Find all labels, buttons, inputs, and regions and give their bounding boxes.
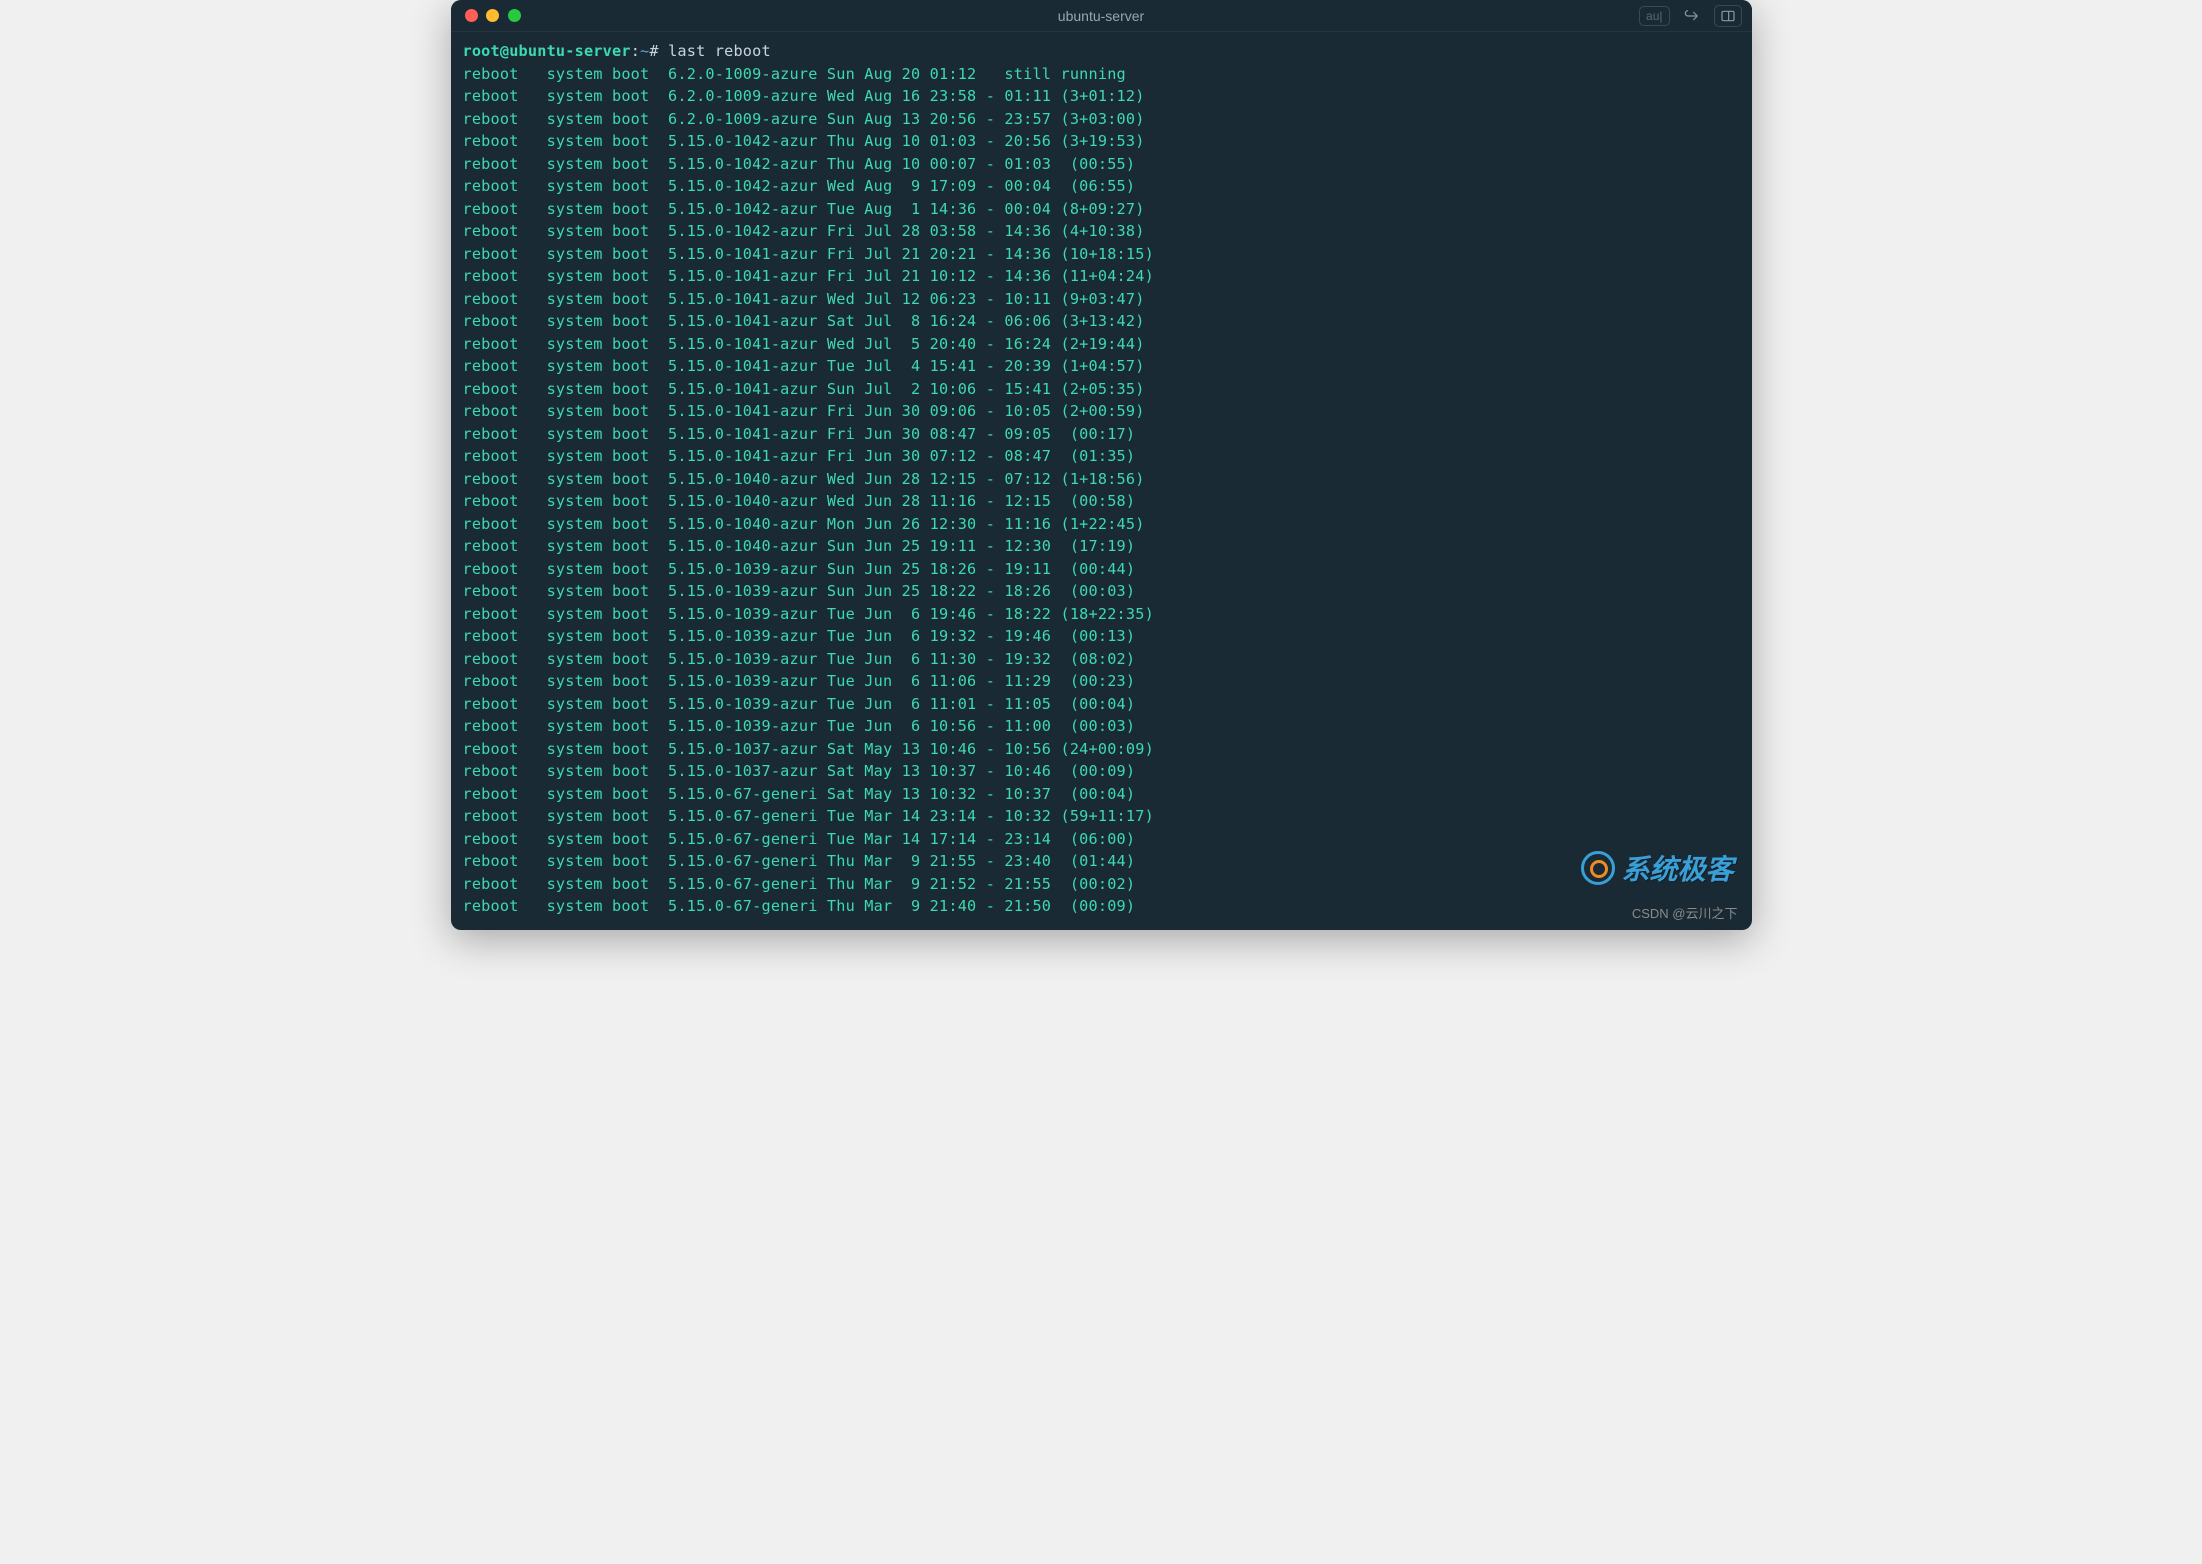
- reboot-entry: reboot system boot 5.15.0-1041-azur Fri …: [463, 245, 1154, 263]
- reboot-entry: reboot system boot 5.15.0-1039-azur Tue …: [463, 627, 1136, 645]
- reboot-entry: reboot system boot 6.2.0-1009-azure Wed …: [463, 87, 1145, 105]
- window-title: ubuntu-server: [1058, 8, 1144, 24]
- close-button[interactable]: [465, 9, 478, 22]
- fullscreen-button[interactable]: [508, 9, 521, 22]
- reboot-entry: reboot system boot 5.15.0-1042-azur Tue …: [463, 200, 1145, 218]
- reboot-entry: reboot system boot 5.15.0-67-generi Sat …: [463, 785, 1136, 803]
- reboot-entry: reboot system boot 5.15.0-1041-azur Fri …: [463, 402, 1145, 420]
- reboot-entry: reboot system boot 5.15.0-1040-azur Mon …: [463, 515, 1145, 533]
- reboot-entry: reboot system boot 5.15.0-1040-azur Wed …: [463, 470, 1145, 488]
- reboot-entry: reboot system boot 5.15.0-1037-azur Sat …: [463, 762, 1136, 780]
- reboot-entry: reboot system boot 5.15.0-1037-azur Sat …: [463, 740, 1154, 758]
- reboot-entry: reboot system boot 5.15.0-1039-azur Tue …: [463, 717, 1136, 735]
- reboot-entry: reboot system boot 5.15.0-1041-azur Fri …: [463, 267, 1154, 285]
- reboot-entry: reboot system boot 5.15.0-1042-azur Fri …: [463, 222, 1145, 240]
- prompt-path: ~: [640, 42, 649, 60]
- reboot-entry: reboot system boot 5.15.0-67-generi Thu …: [463, 852, 1136, 870]
- reboot-entry: reboot system boot 5.15.0-1039-azur Sun …: [463, 582, 1136, 600]
- reboot-entry: reboot system boot 5.15.0-1042-azur Wed …: [463, 177, 1136, 195]
- reboot-entry: reboot system boot 6.2.0-1009-azure Sun …: [463, 65, 1126, 83]
- reboot-entry: reboot system boot 5.15.0-1042-azur Thu …: [463, 155, 1136, 173]
- share-icon[interactable]: [1678, 5, 1706, 27]
- reboot-entry: reboot system boot 5.15.0-1041-azur Tue …: [463, 357, 1145, 375]
- reboot-entry: reboot system boot 5.15.0-67-generi Thu …: [463, 897, 1136, 915]
- reboot-entry: reboot system boot 5.15.0-1041-azur Sat …: [463, 312, 1145, 330]
- profile-indicator[interactable]: au|: [1639, 6, 1669, 26]
- reboot-entry: reboot system boot 5.15.0-1039-azur Tue …: [463, 650, 1136, 668]
- prompt-sep: :: [631, 42, 640, 60]
- reboot-entry: reboot system boot 5.15.0-1041-azur Fri …: [463, 447, 1136, 465]
- titlebar-right-controls: au|: [1639, 5, 1741, 27]
- titlebar: ubuntu-server au|: [451, 0, 1752, 32]
- reboot-entry: reboot system boot 5.15.0-67-generi Thu …: [463, 875, 1136, 893]
- reboot-entry: reboot system boot 5.15.0-1041-azur Sun …: [463, 380, 1145, 398]
- reboot-entry: reboot system boot 5.15.0-1039-azur Sun …: [463, 560, 1136, 578]
- prompt-user-host: root@ubuntu-server: [463, 42, 631, 60]
- reboot-entry: reboot system boot 5.15.0-1039-azur Tue …: [463, 695, 1136, 713]
- minimize-button[interactable]: [486, 9, 499, 22]
- terminal-body[interactable]: root@ubuntu-server:~# last reboot reboot…: [451, 32, 1752, 930]
- reboot-entry: reboot system boot 5.15.0-1041-azur Fri …: [463, 425, 1136, 443]
- traffic-lights: [465, 9, 521, 22]
- reboot-entry: reboot system boot 5.15.0-67-generi Tue …: [463, 807, 1154, 825]
- reboot-entry: reboot system boot 5.15.0-1040-azur Wed …: [463, 492, 1136, 510]
- reboot-entry: reboot system boot 5.15.0-1039-azur Tue …: [463, 605, 1154, 623]
- reboot-entry: reboot system boot 5.15.0-1041-azur Wed …: [463, 335, 1145, 353]
- command-text: last reboot: [668, 42, 771, 60]
- reboot-entry: reboot system boot 5.15.0-1039-azur Tue …: [463, 672, 1136, 690]
- terminal-window: ubuntu-server au| root@ubuntu-server:~# …: [451, 0, 1752, 930]
- reboot-entry: reboot system boot 6.2.0-1009-azure Sun …: [463, 110, 1145, 128]
- reboot-entry: reboot system boot 5.15.0-1040-azur Sun …: [463, 537, 1136, 555]
- reboot-entry: reboot system boot 5.15.0-67-generi Tue …: [463, 830, 1136, 848]
- split-panel-icon[interactable]: [1714, 5, 1742, 27]
- reboot-entry: reboot system boot 5.15.0-1041-azur Wed …: [463, 290, 1145, 308]
- reboot-entry: reboot system boot 5.15.0-1042-azur Thu …: [463, 132, 1145, 150]
- prompt-hash: #: [649, 42, 658, 60]
